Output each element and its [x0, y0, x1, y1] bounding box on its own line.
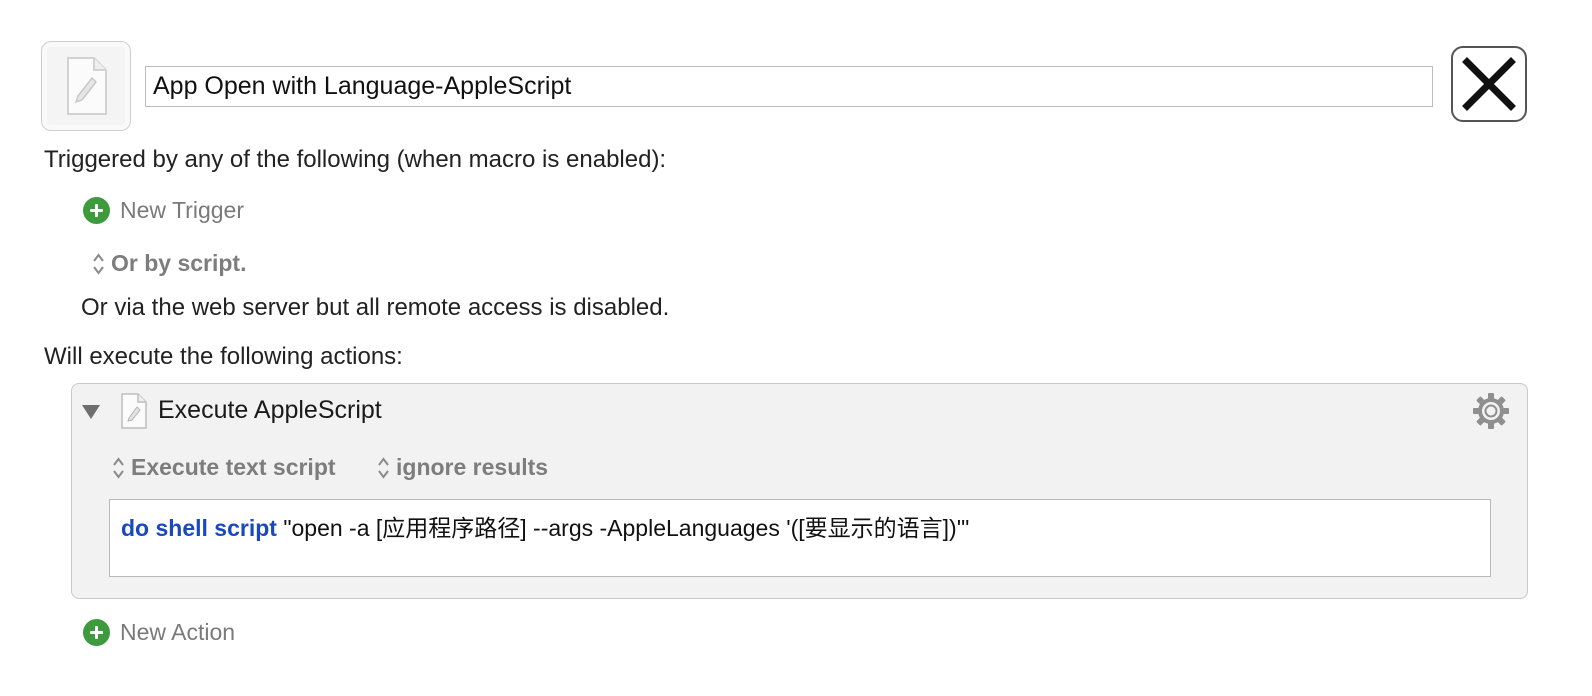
- execute-mode-popup[interactable]: Execute text script: [112, 454, 336, 481]
- add-plus-icon: [83, 196, 110, 224]
- action-title[interactable]: Execute AppleScript: [158, 396, 382, 425]
- new-trigger-button[interactable]: New Trigger: [83, 196, 244, 224]
- web-server-note: Or via the web server but all remote acc…: [81, 294, 670, 321]
- new-action-label: New Action: [120, 618, 236, 645]
- new-action-button[interactable]: New Action: [83, 618, 235, 646]
- add-plus-icon: [83, 618, 110, 646]
- action-card[interactable]: Execute AppleScript Execute text script: [71, 383, 1528, 599]
- actions-heading: Will execute the following actions:: [44, 343, 403, 370]
- close-x-icon: [1462, 57, 1516, 111]
- results-mode-label: ignore results: [396, 454, 549, 480]
- macro-name-field[interactable]: App Open with Language-AppleScript: [145, 66, 1433, 107]
- script-editor[interactable]: do shell script "open -a [应用程序路径] --args…: [109, 499, 1491, 577]
- script-keyword: do shell script: [121, 515, 277, 541]
- disclosure-triangle-icon[interactable]: [82, 405, 100, 419]
- applescript-document-icon: [121, 393, 147, 429]
- close-button[interactable]: [1451, 46, 1527, 122]
- or-by-script-label: Or by script.: [111, 250, 247, 276]
- applescript-document-icon: [67, 57, 107, 115]
- triggers-heading: Triggered by any of the following (when …: [44, 146, 667, 173]
- updown-chevron-icon: [378, 456, 389, 479]
- or-by-script-popup[interactable]: Or by script.: [92, 250, 246, 277]
- script-text: "open -a [应用程序路径] --args -AppleLanguages…: [276, 515, 970, 541]
- results-mode-popup[interactable]: ignore results: [377, 454, 548, 481]
- new-trigger-label: New Trigger: [120, 196, 244, 223]
- gear-icon[interactable]: [1472, 392, 1510, 430]
- updown-chevron-icon: [93, 252, 104, 275]
- updown-chevron-icon: [113, 456, 124, 479]
- execute-mode-label: Execute text script: [131, 454, 336, 480]
- macro-icon[interactable]: [41, 41, 131, 131]
